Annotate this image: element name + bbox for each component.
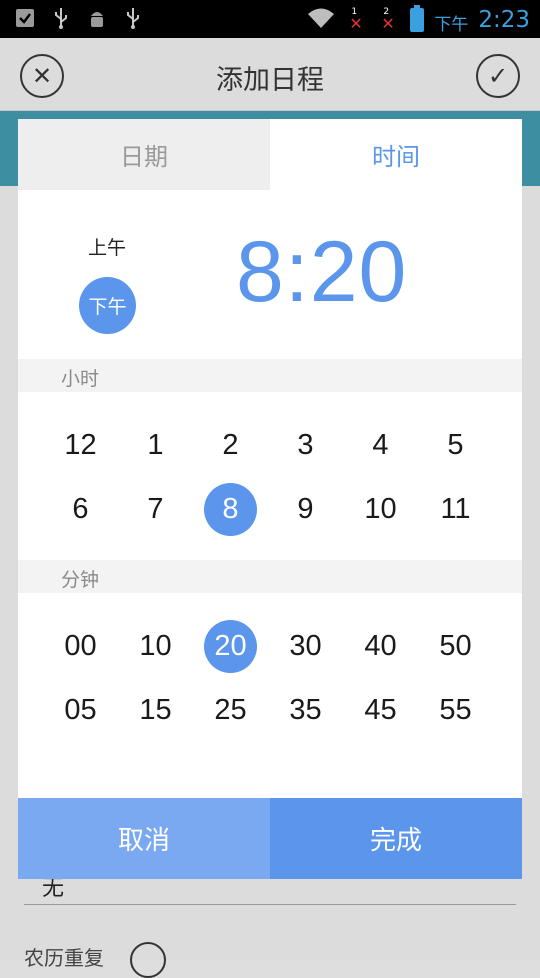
hour-option[interactable]: 4 [343, 419, 418, 471]
minute-option-label: 35 [289, 693, 322, 726]
minute-option-label: 40 [364, 629, 397, 662]
hour-option-label: 6 [72, 492, 89, 525]
status-bar: 1 ✕ 2 ✕ 下午 2:23 [0, 0, 540, 38]
done-button[interactable]: 完成 [270, 798, 522, 879]
hour-option-label: 5 [447, 428, 464, 461]
minute-option-label: 05 [64, 693, 97, 726]
usb-icon [122, 7, 144, 29]
hour-option[interactable]: 11 [418, 483, 493, 535]
field-underline [24, 904, 516, 905]
minute-option-label: 25 [214, 693, 247, 726]
hour-option-label: 3 [297, 428, 314, 461]
minute-option-label: 10 [139, 629, 172, 662]
minute-option-label: 15 [139, 693, 172, 726]
minute-option[interactable]: 25 [193, 684, 268, 736]
hour-option[interactable]: 12 [43, 419, 118, 471]
hour-option-label: 11 [440, 492, 471, 525]
time-display: 8:20 [236, 224, 408, 320]
signal-none-icon: 2 ✕ [381, 6, 395, 33]
minute-option-label: 50 [439, 629, 472, 662]
usb-icon [50, 7, 72, 29]
hour-option-label: 10 [364, 492, 397, 525]
hour-option[interactable]: 7 [118, 483, 193, 535]
hour-option-label: 9 [297, 492, 314, 525]
hour-option-label: 2 [222, 428, 239, 461]
status-ampm: 下午 [434, 15, 469, 35]
minute-section-label: 分钟 [61, 569, 100, 591]
lunar-repeat-label: 农历重复 [24, 946, 104, 970]
hour-option-label: 1 [147, 428, 164, 461]
signal-none-icon: 1 ✕ [349, 6, 363, 33]
minute-option[interactable]: 15 [118, 684, 193, 736]
am-toggle[interactable]: 上午 [88, 233, 126, 260]
page-title: 添加日程 [216, 65, 324, 96]
minute-option-label: 20 [204, 619, 257, 673]
hour-option[interactable]: 6 [43, 483, 118, 535]
minute-option-label: 45 [364, 693, 397, 726]
picker-tabs: 日期 时间 [18, 119, 522, 190]
hour-option[interactable]: 1 [118, 419, 193, 471]
hour-option[interactable]: 5 [418, 419, 493, 471]
checkbox-icon [14, 7, 36, 29]
hour-option-label: 12 [64, 428, 97, 461]
cancel-button[interactable]: 取消 [18, 798, 270, 879]
notification-icons [14, 7, 144, 29]
minute-option[interactable]: 50 [418, 620, 493, 672]
hour-option-label: 8 [204, 482, 257, 536]
hour-option-label: 4 [372, 428, 389, 461]
status-time: 2:23 [478, 6, 530, 33]
wifi-icon [306, 6, 336, 34]
dialog-footer: 取消 完成 [18, 798, 522, 879]
time-picker-dialog: 日期 时间 上午 下午 8:20 小时 12 1 2 3 4 5 6 7 8 9 10 11 分钟 0… [18, 119, 522, 879]
hour-section-header: 小时 [18, 359, 522, 392]
android-debug-icon [86, 7, 108, 29]
minute-option[interactable]: 00 [43, 620, 118, 672]
hour-option[interactable]: 10 [343, 483, 418, 535]
minute-section-header: 分钟 [18, 560, 522, 593]
hour-grid: 12 1 2 3 4 5 6 7 8 9 10 11 [43, 419, 519, 536]
hour-section-label: 小时 [61, 368, 100, 390]
minute-option-label: 00 [64, 629, 97, 662]
tab-time[interactable]: 时间 [270, 119, 522, 190]
hour-option[interactable]: 3 [268, 419, 343, 471]
check-icon[interactable]: ✓ [476, 54, 520, 98]
minute-option[interactable]: 20 [193, 619, 268, 673]
minute-option[interactable]: 40 [343, 620, 418, 672]
minute-option[interactable]: 45 [343, 684, 418, 736]
system-icons: 1 ✕ 2 ✕ 下午 2:23 [306, 4, 530, 35]
hour-option-label: 7 [147, 492, 164, 525]
minute-option[interactable]: 35 [268, 684, 343, 736]
hour-option[interactable]: 9 [268, 483, 343, 535]
tab-date[interactable]: 日期 [18, 119, 270, 190]
minute-option[interactable]: 55 [418, 684, 493, 736]
minute-option[interactable]: 10 [118, 620, 193, 672]
pm-toggle[interactable]: 下午 [79, 277, 136, 334]
hour-option[interactable]: 2 [193, 419, 268, 471]
hour-option[interactable]: 8 [193, 482, 268, 536]
minute-option[interactable]: 30 [268, 620, 343, 672]
minute-option-label: 30 [289, 629, 322, 662]
minute-grid: 00 10 20 30 40 50 05 15 25 35 45 55 [43, 619, 519, 736]
minute-option-label: 55 [439, 693, 472, 726]
app-bar: ✕ 添加日程 ✓ [0, 38, 540, 111]
minute-option[interactable]: 05 [43, 684, 118, 736]
battery-icon [410, 4, 425, 32]
add-icon[interactable] [130, 942, 166, 978]
